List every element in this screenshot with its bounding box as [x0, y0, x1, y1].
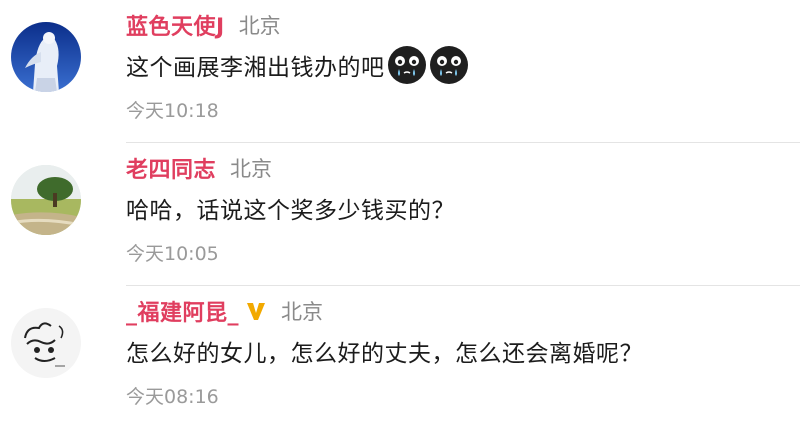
comment-body: 这个画展李湘出钱办的吧 [126, 46, 469, 84]
username[interactable]: _福建阿昆_ [126, 295, 239, 327]
tree-landscape-avatar-icon [11, 165, 81, 235]
comment-item: 蓝色天使J 北京 这个画展李湘出钱办的吧 今天10:18 [0, 0, 800, 143]
comment-header: 老四同志 北京 [126, 152, 272, 184]
timestamp: 今天10:05 [126, 243, 219, 265]
location: 北京 [238, 14, 281, 38]
sketch-drawing-avatar-icon [11, 308, 81, 378]
comment-item: 老四同志 北京 哈哈，话说这个奖多少钱买的？ 今天10:05 [0, 143, 800, 286]
comment-text: 怎么好的女儿，怎么好的丈夫，怎么还会离婚呢？ [126, 341, 643, 367]
comment-header: _福建阿昆_ 北京 [126, 295, 323, 327]
verified-v-icon [247, 303, 266, 320]
timestamp: 今天08:16 [126, 386, 219, 408]
crying-face-icon [429, 46, 468, 84]
comment-text: 这个画展李湘出钱办的吧 [126, 55, 385, 81]
user-avatar[interactable] [11, 308, 81, 378]
timestamp: 今天10:18 [126, 100, 219, 122]
comment-item: _福建阿昆_ 北京 怎么好的女儿，怎么好的丈夫，怎么还会离婚呢？ 今天08:16 [0, 286, 800, 430]
angel-statue-avatar-icon [11, 22, 81, 92]
location: 北京 [230, 157, 273, 181]
location: 北京 [281, 300, 324, 324]
comment-text: 哈哈，话说这个奖多少钱买的？ [126, 198, 455, 224]
username[interactable]: 老四同志 [126, 152, 216, 184]
crying-face-icon [387, 46, 426, 84]
user-avatar[interactable] [11, 165, 81, 235]
comment-body: 怎么好的女儿，怎么好的丈夫，怎么还会离婚呢？ [126, 334, 643, 368]
comment-body: 哈哈，话说这个奖多少钱买的？ [126, 191, 455, 225]
comment-header: 蓝色天使J 北京 [126, 9, 281, 41]
user-avatar[interactable] [11, 22, 81, 92]
username[interactable]: 蓝色天使J [126, 9, 225, 41]
